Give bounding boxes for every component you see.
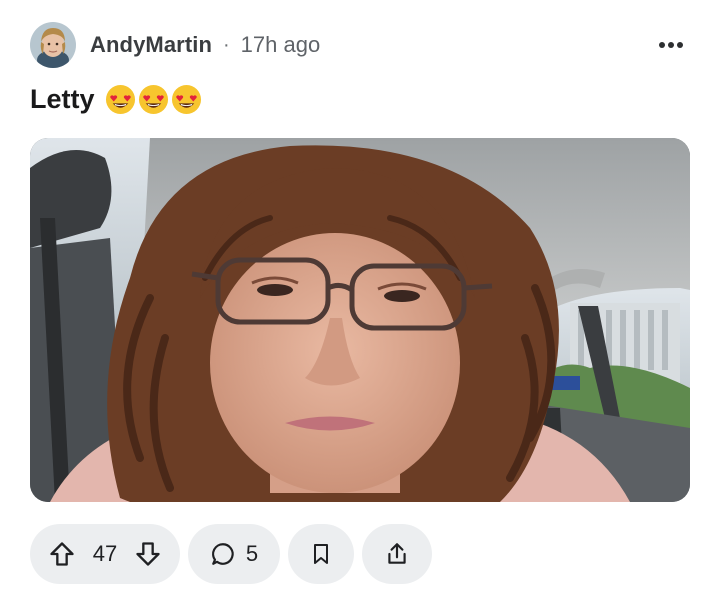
heart-eyes-emoji-icon <box>138 84 168 115</box>
comments-button[interactable]: 5 <box>188 524 280 584</box>
post-title[interactable]: Letty <box>30 84 202 115</box>
post-image[interactable] <box>30 138 690 502</box>
upvote-count: 47 <box>92 541 118 566</box>
more-horizontal-icon[interactable] <box>656 30 686 60</box>
comment-count: 5 <box>245 541 259 566</box>
post-actions-bar: 47 5 <box>30 524 432 584</box>
menu-dot <box>668 42 674 48</box>
arrow-down-icon[interactable] <box>134 540 162 568</box>
share-icon <box>388 543 406 564</box>
speech-bubble-icon <box>211 543 234 565</box>
title-emojis <box>105 84 202 115</box>
menu-dot <box>659 42 665 48</box>
author-username[interactable]: AndyMartin <box>90 32 212 58</box>
post-header: AndyMartin · 17h ago <box>30 22 690 68</box>
separator-dot: · <box>223 33 230 56</box>
avatar[interactable] <box>30 22 76 68</box>
post-timestamp: 17h ago <box>240 32 321 57</box>
heart-eyes-emoji-icon <box>171 84 201 115</box>
arrow-up-icon[interactable] <box>48 540 76 568</box>
save-button[interactable] <box>288 524 354 584</box>
heart-eyes-emoji-icon <box>105 84 135 115</box>
bookmark-icon <box>314 544 328 564</box>
vote-control: 47 <box>30 524 180 584</box>
menu-dot <box>677 42 683 48</box>
share-button[interactable] <box>362 524 432 584</box>
post-title-text: Letty <box>30 84 95 114</box>
